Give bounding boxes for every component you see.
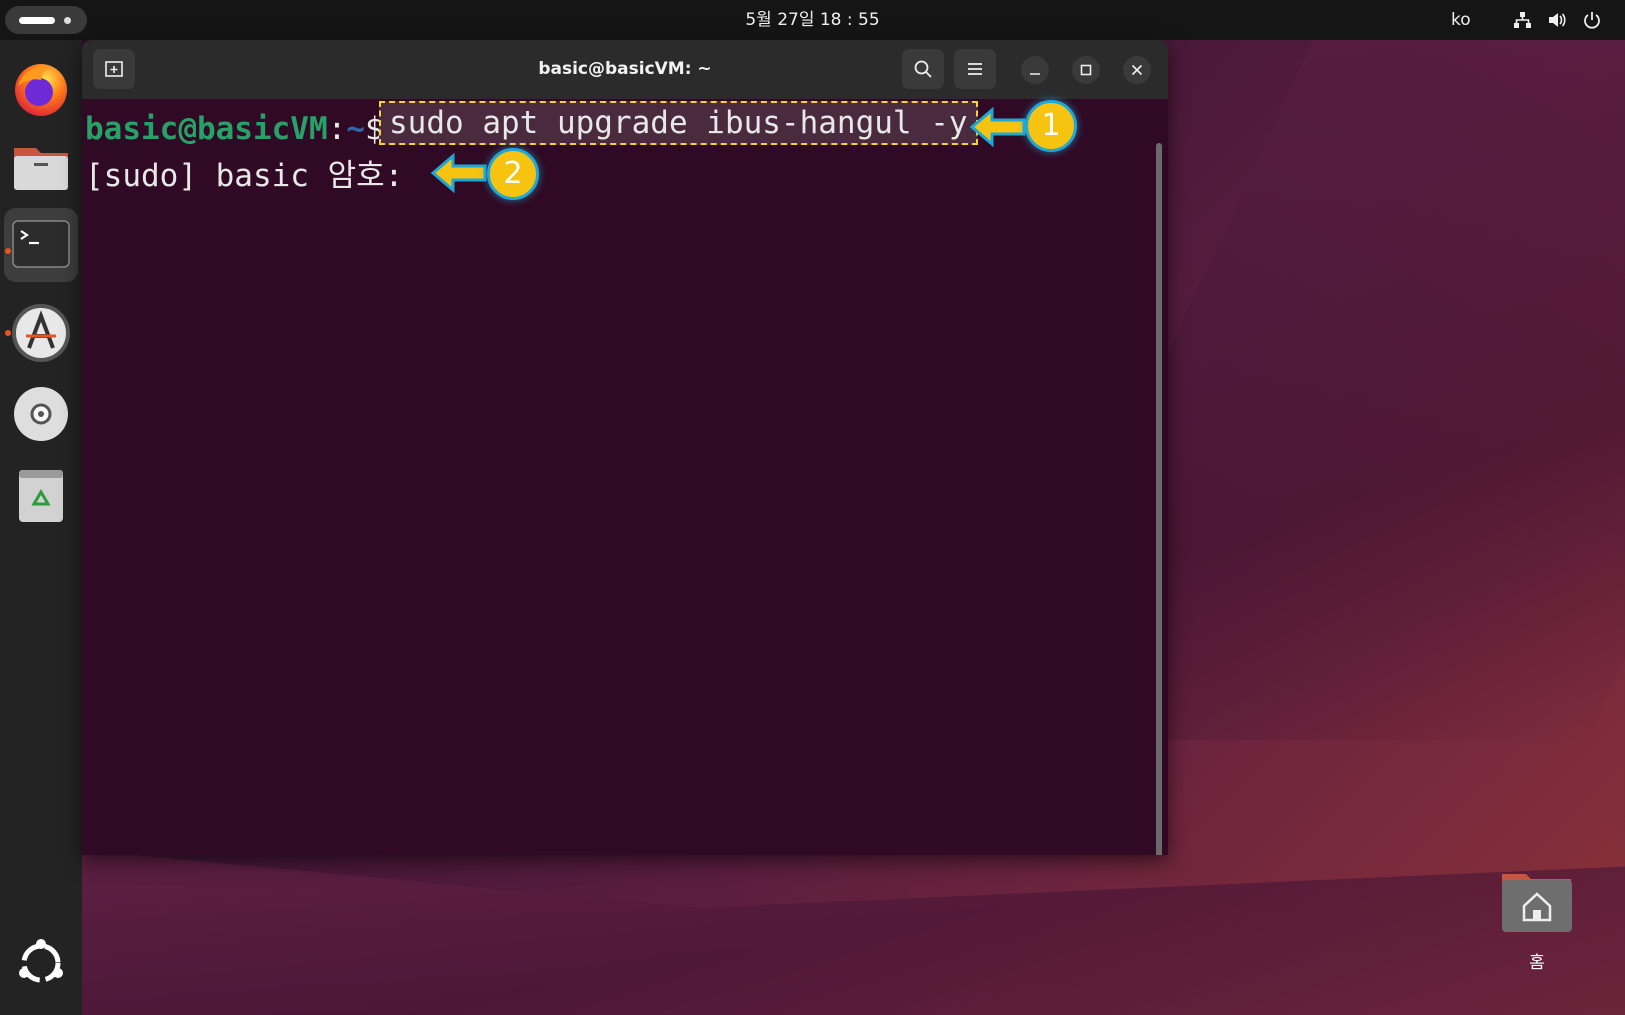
minimize-icon — [1030, 73, 1040, 75]
home-folder-label: 홈 — [1529, 953, 1545, 973]
prompt-user: basic@basicVM — [85, 111, 328, 147]
software-updater-icon[interactable] — [10, 302, 72, 364]
terminal-dock-item[interactable] — [4, 208, 78, 282]
wallpaper-shape — [80, 850, 1625, 1015]
terminal-icon — [12, 220, 70, 268]
running-indicator — [5, 248, 11, 254]
firefox-icon[interactable] — [10, 56, 72, 118]
maximize-icon — [1080, 64, 1092, 76]
dvd-icon[interactable] — [10, 383, 72, 445]
window-title: basic@basicVM: ~ — [538, 59, 712, 79]
sudo-password-prompt: [sudo] basic 암호: — [85, 158, 404, 194]
prompt-path: ~ — [346, 111, 365, 147]
hamburger-menu-icon — [968, 63, 982, 75]
close-button[interactable] — [1123, 56, 1151, 84]
close-icon — [1131, 64, 1143, 76]
scrollbar[interactable] — [1156, 143, 1162, 855]
files-icon[interactable] — [10, 136, 72, 198]
minimize-button[interactable] — [1021, 56, 1049, 84]
prompt-separator: : — [327, 111, 347, 147]
clock[interactable]: 5월 27일 18 : 55 — [0, 0, 1625, 40]
home-folder-icon[interactable] — [1500, 868, 1574, 934]
prompt-line: basic@basicVM:~$ — [85, 107, 384, 151]
top-bar: 5월 27일 18 : 55 ko — [0, 0, 1625, 40]
terminal-header-bar[interactable]: basic@basicVM: ~ — [82, 40, 1168, 99]
search-icon — [914, 60, 932, 78]
terminal-output[interactable]: basic@basicVM:~$ sudo apt upgrade ibus-h… — [82, 99, 1168, 855]
menu-button[interactable] — [954, 49, 996, 89]
callout-arrow-1 — [969, 106, 1026, 148]
power-icon[interactable] — [1582, 10, 1602, 30]
maximize-button[interactable] — [1072, 56, 1100, 84]
command-highlight: sudo apt upgrade ibus-hangul -y — [379, 101, 978, 145]
ubuntu-apps-icon[interactable] — [10, 932, 72, 994]
callout-badge-1: 1 — [1025, 100, 1077, 152]
callout-badge-2: 2 — [487, 148, 539, 200]
trash-icon[interactable] — [10, 464, 72, 526]
terminal-window: basic@basicVM: ~ basic@basicVM:~$ sudo a… — [82, 40, 1168, 855]
dock — [0, 40, 82, 1015]
volume-icon[interactable] — [1547, 10, 1567, 30]
input-language-indicator[interactable]: ko — [1451, 0, 1471, 40]
running-indicator — [5, 330, 11, 336]
callout-arrow-2 — [430, 152, 487, 194]
search-button[interactable] — [902, 49, 944, 89]
network-icon[interactable] — [1512, 10, 1532, 30]
